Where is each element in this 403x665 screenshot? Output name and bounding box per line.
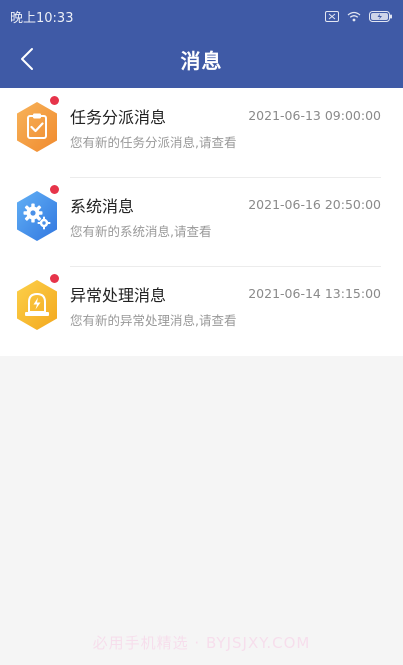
unread-dot xyxy=(50,96,59,105)
alert-lightning-icon xyxy=(17,280,57,330)
status-bar: 晚上10:33 xyxy=(0,0,403,32)
message-title: 异常处理消息 xyxy=(70,286,167,305)
message-title: 系统消息 xyxy=(70,197,135,216)
watermark: 必用手机精选 · BYJSJXY.COM xyxy=(92,634,311,652)
message-icon xyxy=(12,278,62,332)
message-item-exception-handling[interactable]: 异常处理消息 2021-06-14 13:15:00 您有新的异常处理消息,请查… xyxy=(0,266,403,355)
message-time: 2021-06-13 09:00:00 xyxy=(248,108,381,123)
battery-icon xyxy=(369,10,392,22)
back-button[interactable] xyxy=(12,41,42,77)
wifi-icon xyxy=(347,11,361,21)
gears-icon xyxy=(17,191,57,241)
message-icon xyxy=(12,189,62,243)
sim-icon xyxy=(325,10,339,22)
page-title: 消息 xyxy=(180,48,223,73)
message-title: 任务分派消息 xyxy=(70,108,167,127)
nav-bar: 消息 xyxy=(0,34,403,84)
unread-dot xyxy=(50,185,59,194)
message-item-system[interactable]: 系统消息 2021-06-16 20:50:00 您有新的系统消息,请查看 xyxy=(0,177,403,266)
clipboard-check-icon xyxy=(17,102,57,152)
message-time: 2021-06-16 20:50:00 xyxy=(248,197,381,212)
message-list: 任务分派消息 2021-06-13 09:00:00 您有新的任务分派消息,请查… xyxy=(0,88,403,356)
app-header: 晚上10:33 消息 xyxy=(0,0,403,88)
status-time: 晚上10:33 xyxy=(10,10,74,26)
chevron-left-icon xyxy=(21,48,33,70)
message-time: 2021-06-14 13:15:00 xyxy=(248,286,381,301)
unread-dot xyxy=(50,274,59,283)
message-description: 您有新的系统消息,请查看 xyxy=(70,224,212,239)
message-item-task-dispatch[interactable]: 任务分派消息 2021-06-13 09:00:00 您有新的任务分派消息,请查… xyxy=(0,88,403,177)
message-description: 您有新的任务分派消息,请查看 xyxy=(70,135,237,150)
message-icon xyxy=(12,100,62,154)
message-description: 您有新的异常处理消息,请查看 xyxy=(70,313,237,328)
status-icons xyxy=(325,10,393,22)
